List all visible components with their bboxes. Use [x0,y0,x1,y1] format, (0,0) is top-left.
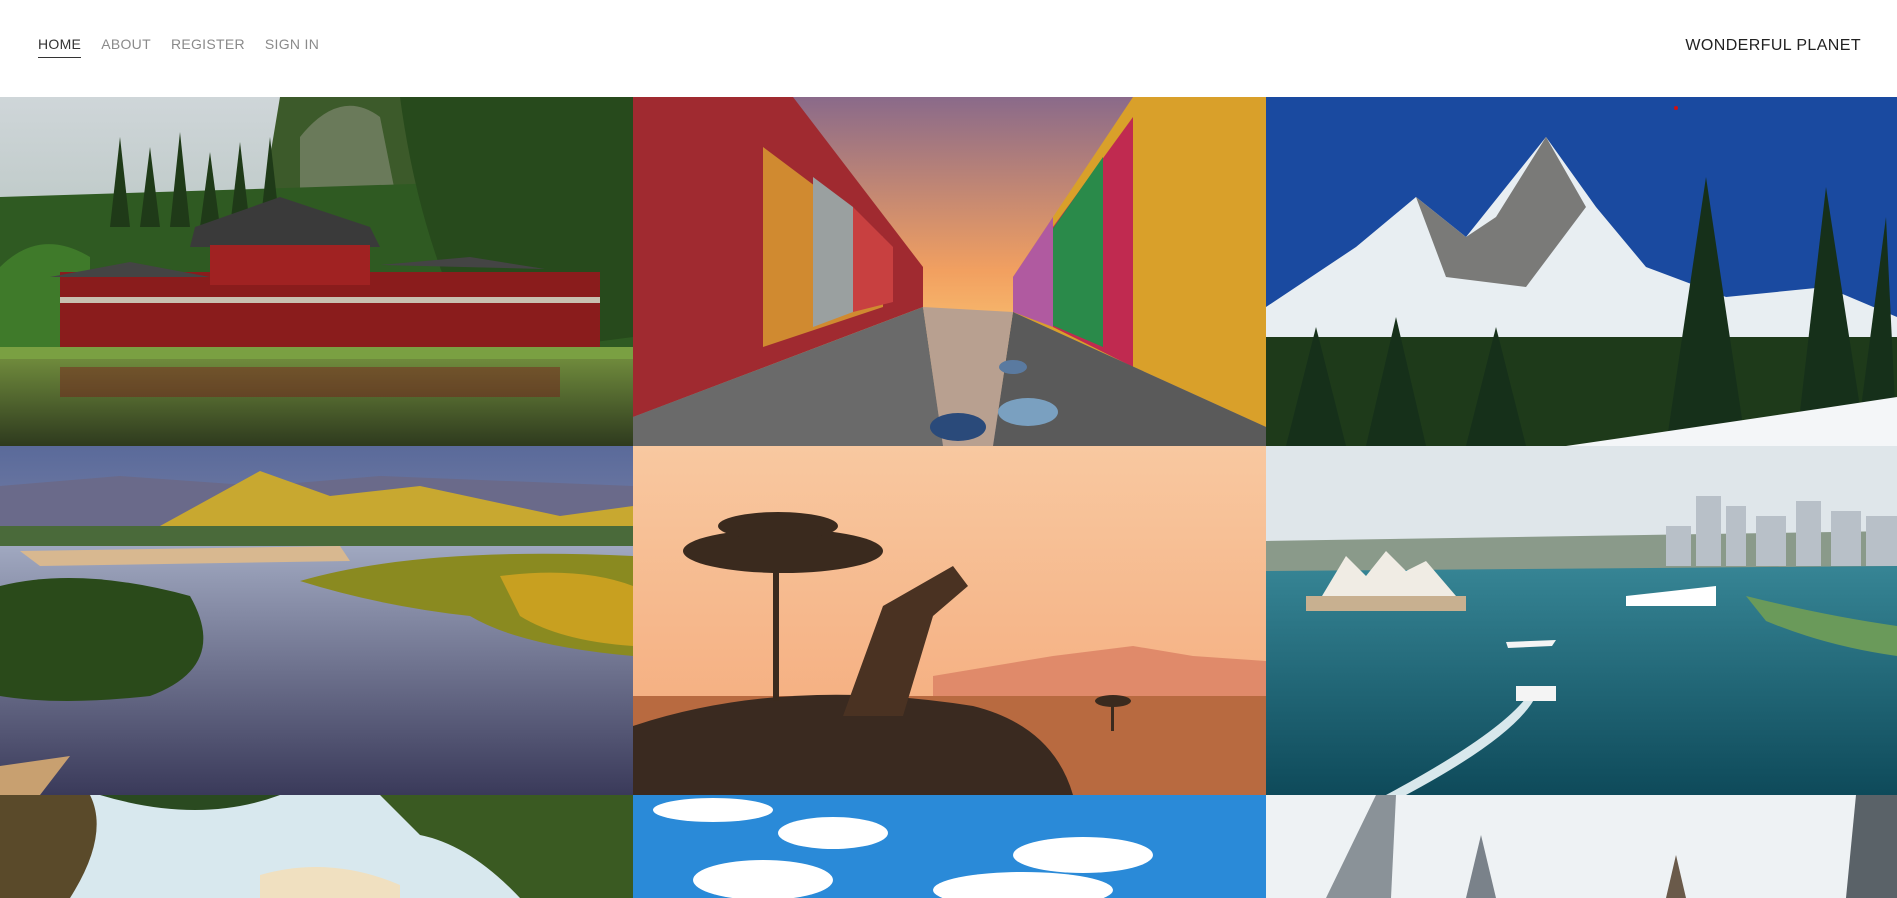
nav-sign-in-link[interactable]: SIGN IN [265,36,319,58]
giraffe-image [633,446,1266,795]
top-header: HOME ABOUT REGISTER SIGN IN WONDERFUL PL… [0,0,1897,97]
temple-image [0,97,633,446]
palm-beach-image [0,795,633,898]
photo-gallery [0,97,1897,898]
dubai-towers-image [1266,795,1897,898]
red-dot-marker [1674,106,1678,110]
photo-river-hills[interactable] [0,446,633,795]
photo-giraffe[interactable] [633,446,1266,795]
nav-register-link[interactable]: REGISTER [171,36,245,58]
photo-canal[interactable] [633,97,1266,446]
main-nav: HOME ABOUT REGISTER SIGN IN [38,36,319,58]
photo-palm-beach[interactable] [0,795,633,898]
river-hills-image [0,446,633,795]
canal-image [633,97,1266,446]
nav-about-link[interactable]: ABOUT [101,36,151,58]
photo-sydney[interactable] [1266,446,1897,795]
blue-sky-image [633,795,1266,898]
photo-blue-sky[interactable] [633,795,1266,898]
photo-mountain[interactable] [1266,97,1897,446]
sydney-image [1266,446,1897,795]
site-title[interactable]: WONDERFUL PLANET [1685,37,1861,55]
nav-home-link[interactable]: HOME [38,36,82,58]
photo-dubai-towers[interactable] [1266,795,1897,898]
mountain-image [1266,97,1897,446]
photo-temple[interactable] [0,97,633,446]
